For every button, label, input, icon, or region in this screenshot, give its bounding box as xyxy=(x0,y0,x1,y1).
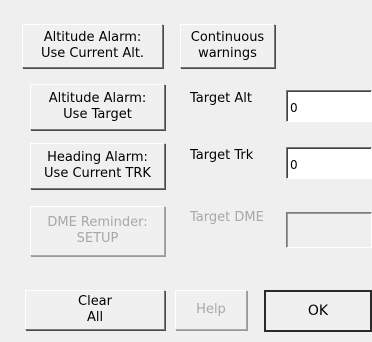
continuous-warnings-button[interactable]: Continuous warnings xyxy=(180,24,275,68)
clear-all-button[interactable]: Clear All xyxy=(25,290,165,330)
target-dme-field[interactable] xyxy=(286,212,372,248)
target-dme-label: Target DME xyxy=(190,210,264,225)
ok-button[interactable]: OK xyxy=(264,290,372,332)
heading-alarm-current-trk-button[interactable]: Heading Alarm: Use Current TRK xyxy=(30,143,165,189)
alarm-settings-dialog: Altitude Alarm: Use Current Alt. Continu… xyxy=(0,0,372,342)
altitude-alarm-current-alt-button[interactable]: Altitude Alarm: Use Current Alt. xyxy=(22,24,163,68)
altitude-alarm-target-button[interactable]: Altitude Alarm: Use Target xyxy=(30,84,165,130)
help-button[interactable]: Help xyxy=(175,290,247,330)
dme-reminder-setup-button[interactable]: DME Reminder: SETUP xyxy=(30,206,165,256)
target-alt-field[interactable] xyxy=(286,90,372,122)
target-trk-field[interactable] xyxy=(286,147,372,179)
target-alt-label: Target Alt xyxy=(190,91,252,106)
target-trk-label: Target Trk xyxy=(190,148,254,163)
